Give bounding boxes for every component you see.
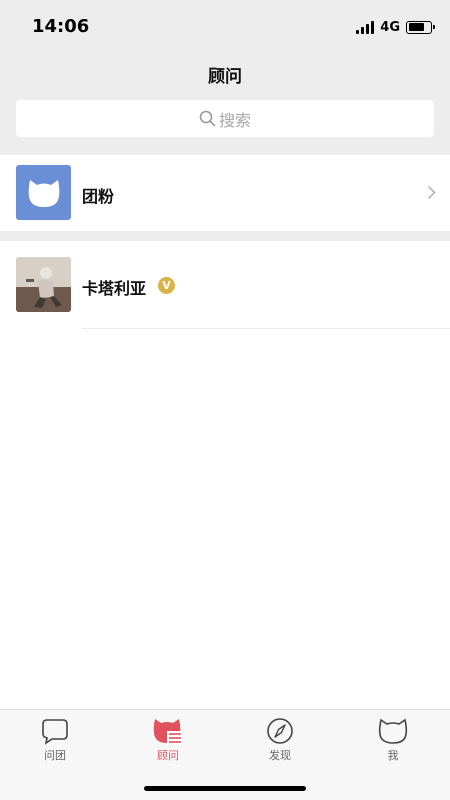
list-item-label: 卡塔利亚	[82, 279, 147, 298]
chevron-right-icon	[427, 185, 436, 200]
cat-face-icon	[28, 179, 59, 207]
cat-outline-icon	[378, 718, 408, 744]
compass-icon	[267, 718, 293, 744]
tab-label: 顾问	[157, 749, 179, 762]
list-item-katalia[interactable]: 卡塔利亚 V	[0, 241, 450, 329]
katalia-avatar	[16, 257, 71, 312]
chat-bubble-icon	[42, 719, 68, 745]
status-time: 14:06	[32, 16, 90, 37]
section-separator	[0, 231, 450, 241]
fans-avatar	[16, 165, 71, 220]
verified-badge: V	[158, 277, 175, 294]
page-title: 顾问	[208, 67, 242, 87]
list-item-label: 团粉	[82, 187, 115, 206]
signal-icon	[356, 20, 375, 34]
home-indicator	[144, 786, 306, 791]
list-item-fans[interactable]: 团粉	[0, 155, 450, 231]
astronaut-photo	[16, 257, 71, 312]
tab-guwen[interactable]: 顾问	[128, 716, 208, 766]
battery-icon	[406, 20, 435, 34]
row-divider	[82, 328, 450, 329]
tab-faxian[interactable]: 发现	[240, 716, 320, 766]
search-placeholder: 搜索	[218, 110, 251, 130]
tab-label: 问团	[44, 749, 66, 762]
status-bar: 14:06 4G	[0, 0, 450, 54]
search-input[interactable]: 搜索	[16, 100, 434, 137]
search-icon	[199, 110, 216, 127]
header-area: 14:06 4G 顾问 搜索	[0, 0, 450, 155]
tab-label: 我	[387, 749, 399, 762]
cat-list-icon	[153, 719, 182, 745]
status-indicators: 4G	[356, 18, 435, 36]
network-type: 4G	[380, 19, 400, 35]
tab-wendan[interactable]: 问团	[15, 716, 95, 766]
tab-label: 发现	[269, 749, 291, 762]
tab-wo[interactable]: 我	[353, 716, 433, 766]
